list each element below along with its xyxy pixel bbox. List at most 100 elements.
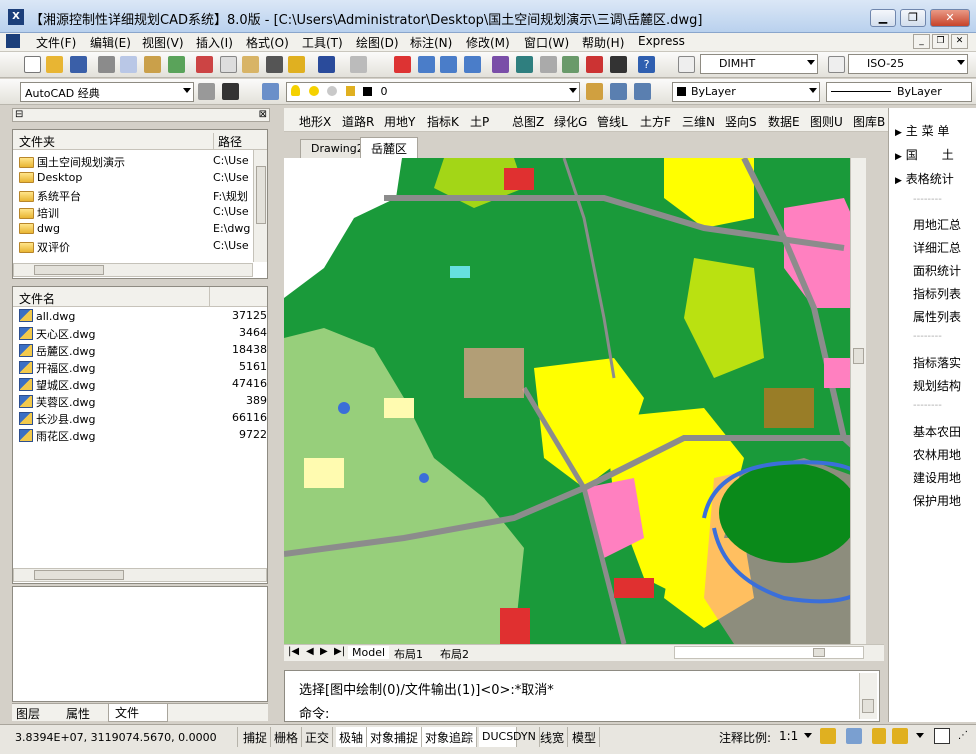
canvas-vscroll[interactable] <box>850 158 866 644</box>
resize-grip-icon[interactable]: ⋰ <box>958 730 968 741</box>
tab-layers[interactable]: 图层 <box>16 705 40 722</box>
menu-modify[interactable]: 修改(M) <box>466 34 510 51</box>
toggle-ortho[interactable]: 正交 <box>302 727 334 747</box>
tab-layout1[interactable]: 布局1 <box>394 646 423 662</box>
toggle-model[interactable]: 模型 <box>569 727 601 747</box>
side-plan-structure[interactable]: 规划结构 <box>913 377 976 394</box>
nav-last-icon[interactable]: ▶| <box>334 646 345 657</box>
file-row[interactable]: 岳麓区.dwg 18438 <box>13 343 267 360</box>
save-icon[interactable] <box>70 56 87 73</box>
make-current-icon[interactable] <box>586 83 603 100</box>
menu-insert[interactable]: 插入(I) <box>196 34 233 51</box>
folder-hscroll-thumb[interactable] <box>34 265 104 275</box>
dimstyle-select[interactable]: DIMHT <box>700 54 818 74</box>
side-landuse-summary[interactable]: 用地汇总 <box>913 216 976 233</box>
matchprop-icon[interactable] <box>266 56 283 73</box>
cmd-earthwork[interactable]: 土方F <box>640 113 671 130</box>
toggle-otrack[interactable]: 对象追踪 <box>422 727 478 747</box>
folder-row[interactable]: 系统平台 F:\规划 <box>13 188 248 205</box>
toggle-lineweight[interactable]: 线宽 <box>537 727 569 747</box>
command-prompt[interactable]: 命令: <box>299 703 329 722</box>
lock-status-icon[interactable] <box>892 728 908 744</box>
cmd-indicator[interactable]: 指标K <box>427 113 459 130</box>
sheet-set-icon[interactable] <box>562 56 579 73</box>
maximize-button[interactable]: ❐ <box>900 9 926 27</box>
nav-prev-icon[interactable]: ◀ <box>306 646 314 657</box>
side-agri-forest-land[interactable]: 农林用地 <box>913 446 976 463</box>
undo-icon[interactable] <box>318 56 335 73</box>
layer-state-icon[interactable] <box>634 83 651 100</box>
cmd-landuse[interactable]: 用地Y <box>384 113 415 130</box>
command-vscroll-thumb[interactable] <box>862 699 874 713</box>
auto-scale-icon[interactable] <box>846 728 862 744</box>
tab-yuelu[interactable]: 岳麓区 <box>360 137 419 158</box>
zoom-realtime-icon[interactable] <box>418 56 435 73</box>
nav-next-icon[interactable]: ▶ <box>320 646 328 657</box>
menu-tools[interactable]: 工具(T) <box>302 34 343 51</box>
cmd-road[interactable]: 道路R <box>342 113 374 130</box>
tab-model[interactable]: Model <box>348 646 390 659</box>
command-vscroll[interactable] <box>859 673 877 719</box>
minimize-button[interactable]: ▁ <box>870 9 896 27</box>
folder-vscroll[interactable] <box>253 150 267 262</box>
side-main-menu[interactable]: ▶ 主 菜 单 <box>895 122 975 139</box>
properties-icon[interactable] <box>492 56 509 73</box>
folder-vscroll-thumb[interactable] <box>256 166 266 224</box>
file-row[interactable]: 芙蓉区.dwg 389 <box>13 394 267 411</box>
annotation-scale-value[interactable]: 1:1 <box>776 727 801 747</box>
nav-first-icon[interactable]: |◀ <box>288 646 299 657</box>
tool-palettes-icon[interactable] <box>540 56 557 73</box>
file-row[interactable]: 雨花区.dwg 9722 <box>13 428 267 445</box>
menu-format[interactable]: 格式(O) <box>246 34 289 51</box>
cmd-green[interactable]: 绿化G <box>554 113 587 130</box>
help-icon[interactable]: ? <box>638 56 655 73</box>
toggle-snap[interactable]: 捕捉 <box>240 727 272 747</box>
side-table-stats[interactable]: ▶ 表格统计 <box>895 170 975 187</box>
folder-row[interactable]: 双评价 C:\Use <box>13 239 249 256</box>
cmd-drawing-rules[interactable]: 图则U <box>810 113 843 130</box>
side-indicator-implement[interactable]: 指标落实 <box>913 354 976 371</box>
side-area-stats[interactable]: 面积统计 <box>913 262 976 279</box>
tab-files[interactable]: 文件 <box>108 704 168 722</box>
menu-window[interactable]: 窗口(W) <box>524 34 569 51</box>
cmd-data[interactable]: 数据E <box>768 113 800 130</box>
toggle-grid[interactable]: 栅格 <box>271 727 303 747</box>
file-row[interactable]: 开福区.dwg 5161 <box>13 360 267 377</box>
chevron-down-icon[interactable] <box>804 733 812 738</box>
menu-help[interactable]: 帮助(H) <box>582 34 624 51</box>
workspace-select[interactable]: AutoCAD 经典 <box>20 82 194 102</box>
side-detail-summary[interactable]: 详细汇总 <box>913 239 976 256</box>
side-attribute-list[interactable]: 属性列表 <box>913 308 976 325</box>
cmd-pipeline[interactable]: 管线L <box>597 113 628 130</box>
folder-row[interactable]: 国土空间规划演示 C:\Use <box>13 154 249 171</box>
side-land[interactable]: ▶ 国 土 <box>895 146 975 163</box>
side-basic-farmland[interactable]: 基本农田 <box>913 423 976 440</box>
panel-close-icon[interactable]: ⊠ <box>259 109 267 120</box>
toolbar-lock-icon[interactable] <box>872 728 886 744</box>
close-button[interactable]: ✕ <box>930 9 970 27</box>
side-protected-land[interactable]: 保护用地 <box>913 492 976 509</box>
panel-menu-icon[interactable]: ⊟ <box>15 109 23 120</box>
cmd-3d[interactable]: 三维N <box>682 113 715 130</box>
color-select[interactable]: ByLayer <box>672 82 820 102</box>
file-row[interactable]: 望城区.dwg 47416 <box>13 377 267 394</box>
workspace-settings-icon[interactable] <box>198 83 215 100</box>
zoom-window-icon[interactable] <box>440 56 457 73</box>
markup-icon[interactable] <box>586 56 603 73</box>
cmd-library[interactable]: 图库B <box>853 113 885 130</box>
cmd-terrain[interactable]: 地形X <box>299 113 331 130</box>
menu-express[interactable]: Express <box>638 34 685 48</box>
menu-draw[interactable]: 绘图(D) <box>356 34 399 51</box>
side-construction-land[interactable]: 建设用地 <box>913 469 976 486</box>
canvas-hscroll[interactable] <box>674 646 864 659</box>
plot-icon[interactable] <box>168 56 185 73</box>
print-icon[interactable] <box>98 56 115 73</box>
side-indicator-list[interactable]: 指标列表 <box>913 285 976 302</box>
file-hscroll[interactable] <box>13 568 267 582</box>
layer-previous-icon[interactable] <box>610 83 627 100</box>
toggle-osnap[interactable]: 对象捕捉 <box>367 727 423 747</box>
filename-col-header[interactable]: 文件名 <box>19 290 55 307</box>
file-row[interactable]: all.dwg 37125 <box>13 309 267 326</box>
annotation-visibility-icon[interactable] <box>820 728 836 744</box>
file-row[interactable]: 长沙县.dwg 66116 <box>13 411 267 428</box>
